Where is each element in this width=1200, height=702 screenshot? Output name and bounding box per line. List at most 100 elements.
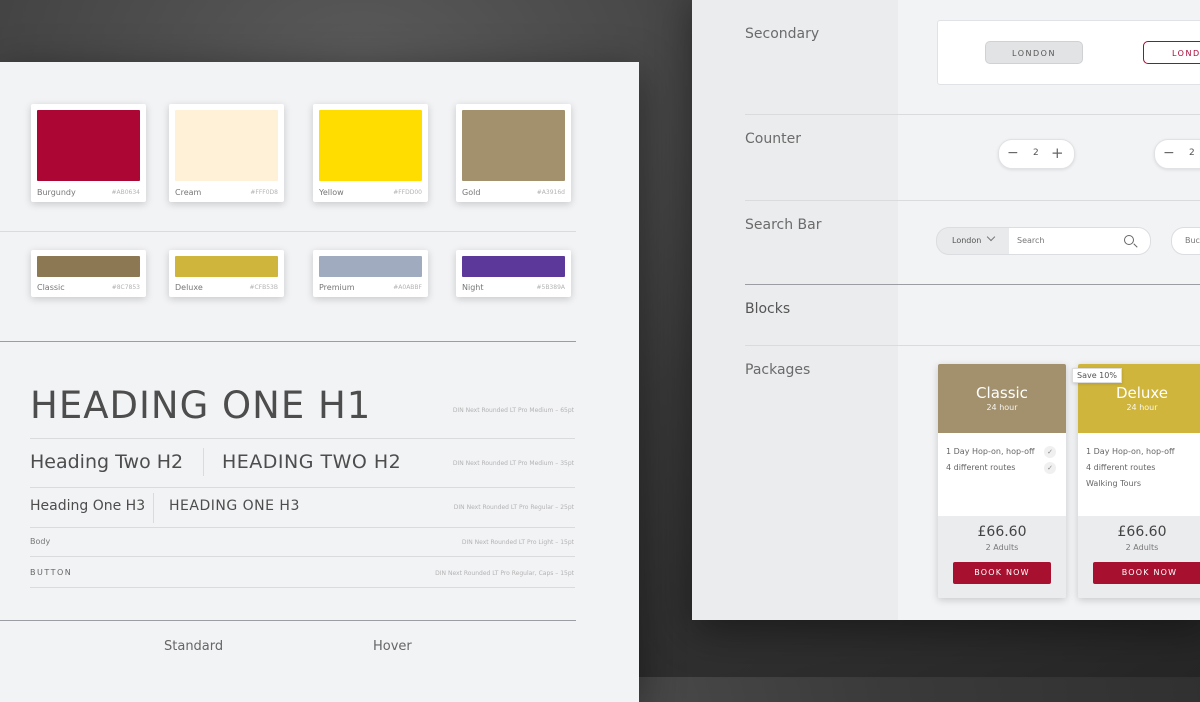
swatch-name: Night [462, 283, 484, 292]
counter-stepper-hover[interactable]: − 2 [1154, 139, 1200, 169]
style-guide-sheet: Burgundy #AB0634 Cream #FFF0D8 Yellow #F… [0, 62, 639, 702]
swatch-hex: #AB0634 [111, 189, 140, 196]
row-divider [745, 114, 1200, 115]
save-badge: Save 10% [1072, 368, 1122, 383]
package-feature: Walking Tours [1086, 479, 1142, 488]
swatch-burgundy: Burgundy #AB0634 [31, 104, 146, 202]
package-title: Classic [976, 384, 1028, 402]
type-sample-h2: Heading Two H2 [30, 451, 184, 473]
row-label-secondary: Secondary [745, 26, 820, 42]
check-icon: ✓ [1044, 462, 1056, 474]
package-footer: £66.60 2 Adults BOOK NOW [938, 516, 1066, 598]
package-header: Classic 24 hour [938, 364, 1066, 433]
row-divider [745, 200, 1200, 201]
package-feature: 1 Day Hop-on, hop-off [946, 447, 1035, 456]
section-divider [0, 231, 576, 232]
search-partial-text: Buck [1185, 236, 1200, 245]
counter-value: 2 [1033, 148, 1039, 158]
swatch-hex: #A0ABBF [393, 284, 422, 291]
package-card-classic[interactable]: Classic 24 hour 1 Day Hop-on, hop-off ✓ … [938, 364, 1066, 598]
swatch-premium: Premium #A0ABBF [313, 250, 428, 297]
package-adults: 2 Adults [985, 543, 1019, 552]
counter-stepper[interactable]: − 2 + [998, 139, 1075, 169]
row-label-packages: Packages [745, 362, 811, 378]
section-title-blocks: Blocks [745, 301, 791, 317]
type-meta-body: DIN Next Rounded LT Pro Light – 15pt [461, 539, 574, 546]
type-sample-h3-caps: HEADING ONE H3 [169, 498, 300, 514]
swatch-chip [319, 110, 422, 181]
swatch-name: Yellow [319, 188, 344, 197]
package-card-deluxe[interactable]: Deluxe 24 hour 1 Day Hop-on, hop-off ✓ 4… [1078, 364, 1200, 598]
search-placeholder: Search [1017, 236, 1045, 245]
swatch-hex: #5B389A [536, 284, 565, 291]
swatch-name: Burgundy [37, 188, 76, 197]
package-footer: £66.60 2 Adults BOOK NOW [1078, 516, 1200, 598]
type-sample-h3: Heading One H3 [30, 498, 146, 514]
search-input[interactable]: Search [1009, 228, 1150, 254]
swatch-chip [37, 110, 140, 181]
state-label-standard: Standard [164, 639, 224, 654]
components-sheet: Secondary LONDON LONDO Counter − 2 + − 2… [692, 0, 1200, 620]
search-icon-handle [1133, 243, 1138, 248]
type-sample-h2-caps: HEADING TWO H2 [222, 451, 402, 473]
swatch-chip [175, 256, 278, 277]
search-bar[interactable]: London Search [936, 227, 1151, 255]
swatch-hex: #CFB53B [249, 284, 278, 291]
package-feature: 1 Day Hop-on, hop-off [1086, 447, 1175, 456]
type-sample-body: Body [30, 537, 51, 546]
book-now-button[interactable]: BOOK NOW [953, 562, 1051, 584]
chevron-down-icon [986, 232, 996, 242]
type-divider [30, 438, 575, 439]
type-divider [30, 527, 575, 528]
swatch-chip [175, 110, 278, 181]
package-price: £66.60 [1117, 524, 1167, 540]
search-bar-partial[interactable]: Buck [1171, 227, 1200, 255]
swatch-name: Gold [462, 188, 481, 197]
type-meta-h2: DIN Next Rounded LT Pro Medium – 35pt [452, 460, 574, 467]
swatch-chip [37, 256, 140, 277]
row-label-counter: Counter [745, 131, 801, 147]
type-vdivider [203, 448, 204, 476]
type-meta-button: DIN Next Rounded LT Pro Regular, Caps – … [435, 570, 574, 577]
swatch-hex: #FFDD00 [393, 189, 422, 196]
plus-icon[interactable]: + [1051, 144, 1064, 162]
type-sample-button: BUTTON [30, 568, 73, 577]
swatch-deluxe: Deluxe #CFB53B [169, 250, 284, 297]
state-label-hover: Hover [373, 639, 412, 654]
package-feature: 4 different routes [1086, 463, 1156, 472]
secondary-button[interactable]: LONDON [985, 41, 1083, 64]
swatch-name: Cream [175, 188, 202, 197]
secondary-button-hover[interactable]: LONDO [1143, 41, 1200, 64]
swatch-name: Classic [37, 283, 65, 292]
type-meta-h3: DIN Next Rounded LT Pro Regular – 25pt [453, 504, 574, 511]
check-icon: ✓ [1044, 446, 1056, 458]
section-divider [0, 341, 576, 342]
minus-icon[interactable]: − [1163, 145, 1175, 161]
package-title: Deluxe [1115, 384, 1169, 402]
type-meta-h1: DIN Next Rounded LT Pro Medium – 65pt [452, 407, 574, 414]
counter-value: 2 [1189, 148, 1195, 158]
swatch-hex: #8C7853 [111, 284, 140, 291]
package-duration: 24 hour [1126, 403, 1158, 412]
swatch-hex: #A3916d [536, 189, 565, 196]
city-value: London [952, 236, 982, 245]
swatch-chip [462, 256, 565, 277]
package-adults: 2 Adults [1125, 543, 1159, 552]
section-divider [745, 284, 1200, 285]
package-price: £66.60 [977, 524, 1027, 540]
swatch-yellow: Yellow #FFDD00 [313, 104, 428, 202]
type-divider [30, 587, 575, 588]
city-select[interactable]: London [937, 228, 1009, 254]
package-feature: 4 different routes [946, 463, 1016, 472]
swatch-night: Night #5B389A [456, 250, 571, 297]
minus-icon[interactable]: − [1007, 145, 1019, 161]
type-divider [30, 487, 575, 488]
secondary-preview-panel: LONDON LONDO [937, 20, 1200, 85]
swatch-gold: Gold #A3916d [456, 104, 571, 202]
type-divider [30, 556, 575, 557]
swatch-classic: Classic #8C7853 [31, 250, 146, 297]
row-divider [745, 345, 1200, 346]
type-sample-h1: HEADING ONE H1 [30, 384, 372, 427]
swatch-name: Deluxe [175, 283, 203, 292]
book-now-button[interactable]: BOOK NOW [1093, 562, 1200, 584]
